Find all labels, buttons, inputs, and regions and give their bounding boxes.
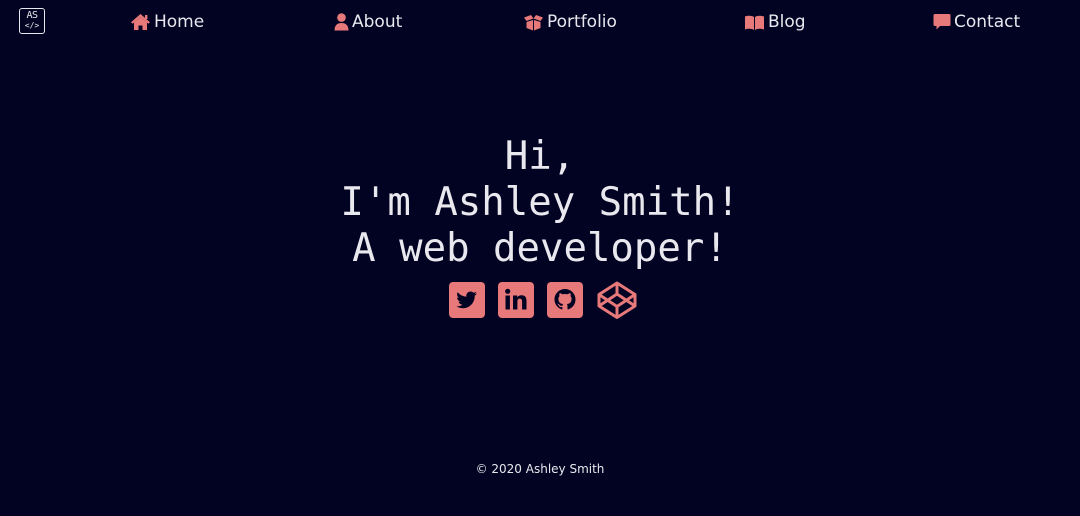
hero-greeting: Hi, bbox=[504, 134, 576, 179]
social-links bbox=[0, 281, 1080, 319]
codepen-link[interactable] bbox=[596, 281, 636, 319]
twitter-link[interactable] bbox=[448, 281, 485, 319]
box-open-icon bbox=[523, 14, 544, 31]
page: AS </> Home About Portfolio Blog Contact… bbox=[0, 0, 1080, 516]
nav-about-label: About bbox=[352, 12, 403, 32]
github-icon bbox=[546, 281, 583, 319]
hero-role: A web developer! bbox=[352, 226, 728, 271]
hero-name: I'm Ashley Smith! bbox=[340, 180, 740, 225]
main-nav: Home About Portfolio Blog Contact bbox=[0, 10, 1080, 36]
linkedin-link[interactable] bbox=[497, 281, 534, 319]
nav-blog-link[interactable]: Blog bbox=[744, 10, 806, 34]
nav-contact-link[interactable]: Contact bbox=[933, 10, 1020, 34]
hero-heading: Hi, I'm Ashley Smith! A web developer! bbox=[0, 134, 1080, 272]
nav-blog-label: Blog bbox=[768, 12, 806, 32]
linkedin-icon bbox=[497, 281, 534, 319]
book-open-icon bbox=[744, 14, 765, 31]
github-link[interactable] bbox=[546, 281, 583, 319]
nav-portfolio-label: Portfolio bbox=[547, 12, 617, 32]
nav-contact-label: Contact bbox=[954, 12, 1021, 32]
nav-portfolio-link[interactable]: Portfolio bbox=[523, 10, 617, 34]
footer-copyright: © 2020 Ashley Smith bbox=[475, 462, 605, 476]
nav-about-link[interactable]: About bbox=[334, 10, 402, 34]
nav-home-link[interactable]: Home bbox=[130, 10, 204, 34]
home-icon bbox=[130, 13, 151, 31]
comment-icon bbox=[933, 13, 951, 31]
twitter-icon bbox=[448, 281, 485, 319]
user-icon bbox=[334, 13, 349, 31]
nav-home-label: Home bbox=[154, 12, 205, 32]
codepen-icon bbox=[596, 281, 636, 319]
